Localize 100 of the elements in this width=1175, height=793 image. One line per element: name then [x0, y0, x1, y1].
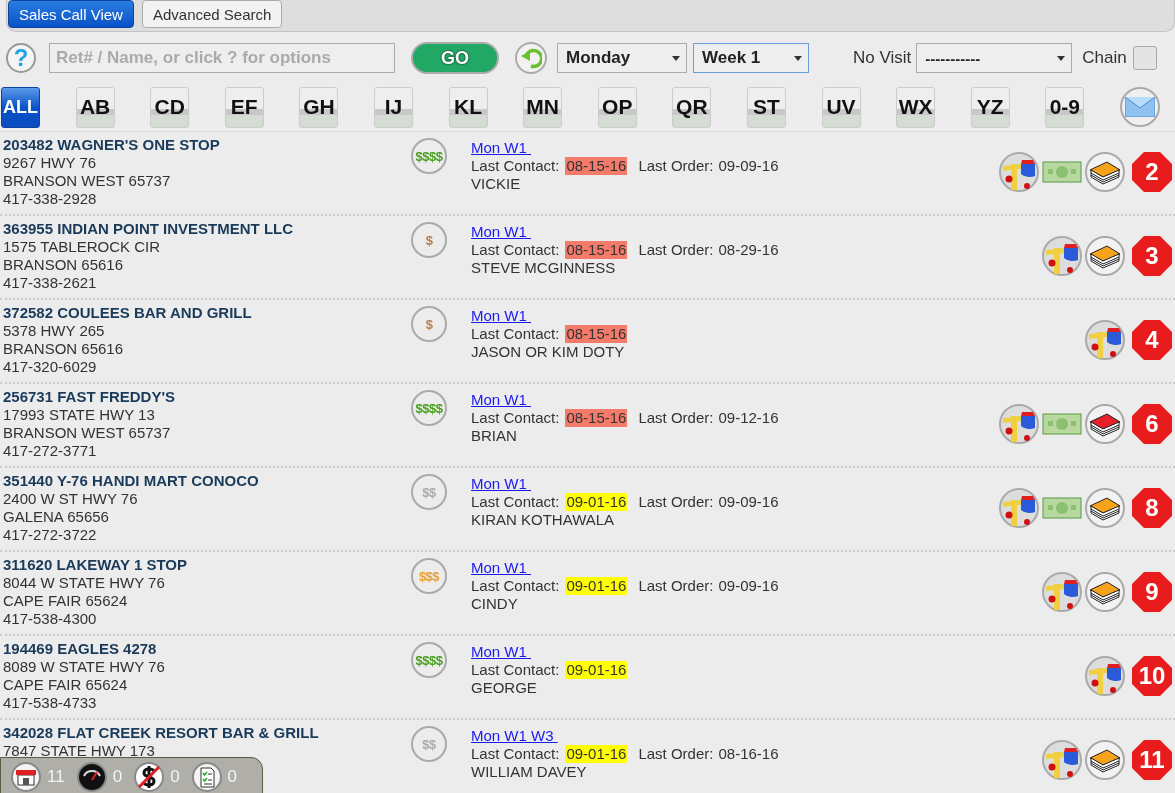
letter-filter-button[interactable]: IJ: [373, 86, 413, 128]
last-order-date: 09-12-16: [718, 409, 779, 427]
last-contact-date: 08-15-16: [565, 409, 628, 427]
last-contact-date: 08-15-16: [565, 157, 628, 175]
schedule-link[interactable]: Mon W1: [471, 139, 531, 157]
last-order-date: 09-09-16: [718, 577, 779, 595]
city-zip: BRANSON WEST 65737: [3, 424, 172, 442]
stop-number-badge: 11: [1132, 740, 1172, 780]
phone-number: 417-538-4300: [3, 610, 98, 628]
letter-filter-button[interactable]: GH: [299, 86, 339, 128]
letter-filter-button[interactable]: OP: [597, 86, 637, 128]
stop-number-badge: 3: [1132, 236, 1172, 276]
schedule-link[interactable]: Mon W1: [471, 559, 531, 577]
letter-filter-button[interactable]: ALL: [1, 86, 40, 128]
letter-filter-button[interactable]: ST: [746, 86, 786, 128]
day-select[interactable]: Monday: [557, 43, 687, 73]
account-name: 351440 Y-76 HANDI MART CONOCO: [3, 472, 260, 490]
phone-number: 417-272-3722: [3, 526, 98, 544]
caret-icon: [672, 55, 680, 61]
letter-filter-button[interactable]: UV: [821, 86, 861, 128]
last-contact-date: 09-01-16: [565, 493, 628, 511]
price-level-icon: $$$$: [411, 642, 447, 678]
letter-filter-button[interactable]: YZ: [970, 86, 1010, 128]
last-order-date: 09-09-16: [718, 157, 779, 175]
price-level-icon: $$$$: [411, 390, 447, 426]
last-contact-date: 09-01-16: [565, 661, 628, 679]
schedule-link[interactable]: Mon W1: [471, 475, 531, 493]
contact-person: JASON OR KIM DOTY: [471, 343, 626, 361]
map-icon: [999, 488, 1039, 528]
book-icon: [1085, 236, 1125, 276]
city-zip: GALENA 65656: [3, 508, 110, 526]
last-contact-label: Last Contact:: [471, 577, 560, 595]
no-visit-select[interactable]: -----------: [916, 43, 1073, 73]
stop-number-badge: 2: [1132, 152, 1172, 192]
street-address: 17993 STATE HWY 13: [3, 406, 156, 424]
price-level-icon: $$$$: [411, 138, 447, 174]
summary-count: 0: [170, 767, 180, 787]
price-level-icon: $$: [411, 474, 447, 510]
contact-person: BRIAN: [471, 427, 518, 445]
city-zip: BRANSON WEST 65737: [3, 172, 172, 190]
letter-filter-button[interactable]: CD: [150, 86, 190, 128]
account-name: 311620 LAKEWAY 1 STOP: [3, 556, 188, 574]
phone-number: 417-338-2621: [3, 274, 98, 292]
last-contact-label: Last Contact:: [471, 493, 560, 511]
schedule-link[interactable]: Mon W1: [471, 307, 531, 325]
view-tab[interactable]: Sales Call View: [8, 0, 134, 28]
account-name: 256731 FAST FREDDY'S: [3, 388, 176, 406]
account-name: 203482 WAGNER'S ONE STOP: [3, 136, 221, 154]
no-visit-label: No Visit: [853, 48, 912, 68]
schedule-link[interactable]: Mon W1: [471, 391, 531, 409]
letter-filter-button[interactable]: EF: [224, 86, 264, 128]
search-field[interactable]: Ret# / Name, or click ? for options: [49, 43, 395, 73]
week-select[interactable]: Week 1: [693, 43, 809, 73]
schedule-link[interactable]: Mon W1: [471, 643, 531, 661]
schedule-link[interactable]: Mon W1: [471, 223, 531, 241]
letter-filter-button[interactable]: MN: [523, 86, 563, 128]
last-order-date: 08-16-16: [718, 745, 779, 763]
letter-filter-button[interactable]: WX: [896, 86, 936, 128]
last-contact-label: Last Contact:: [471, 241, 560, 259]
contact-person: KIRAN KOTHAWALA: [471, 511, 616, 529]
map-icon: [1085, 656, 1125, 696]
account-name: 194469 EAGLES 4278: [3, 640, 158, 658]
email-button[interactable]: [1119, 87, 1160, 127]
crossed-dollar-icon: [134, 762, 165, 792]
undo-button[interactable]: [515, 42, 547, 74]
contact-person: VICKIE: [471, 175, 522, 193]
schedule-link[interactable]: Mon W1 W3: [471, 727, 558, 745]
account-name: 372582 COULEES BAR AND GRILL: [3, 304, 253, 322]
price-level-icon: $$$: [411, 558, 447, 594]
last-contact-label: Last Contact:: [471, 325, 560, 343]
map-icon: [1042, 236, 1082, 276]
envelope-icon: [1124, 97, 1155, 117]
chain-label: Chain: [1082, 48, 1127, 68]
account-name: 342028 FLAT CREEK RESORT BAR & GRILL: [3, 724, 320, 742]
view-tab[interactable]: Advanced Search: [141, 0, 283, 28]
chain-checkbox[interactable]: [1132, 46, 1157, 70]
city-zip: BRANSON 65616: [3, 256, 125, 274]
store-icon: [11, 762, 41, 792]
stop-number-badge: 8: [1132, 488, 1172, 528]
last-order-date: 08-29-16: [718, 241, 779, 259]
last-contact-date: 08-15-16: [565, 241, 628, 259]
street-address: 9267 HWY 76: [3, 154, 98, 172]
phone-number: 417-538-4733: [3, 694, 98, 712]
last-order-label: Last Order:: [638, 493, 714, 511]
summary-count: 0: [227, 767, 238, 787]
last-order-label: Last Order:: [638, 745, 714, 763]
contact-person: GEORGE: [471, 679, 538, 697]
city-zip: CAPE FAIR 65624: [3, 592, 129, 610]
stop-number-badge: 10: [1132, 656, 1172, 696]
letter-filter-button[interactable]: QR: [672, 86, 712, 128]
stop-number-badge: 9: [1132, 572, 1172, 612]
letter-filter-button[interactable]: 0-9: [1045, 86, 1085, 128]
last-order-label: Last Order:: [638, 241, 714, 259]
last-order-label: Last Order:: [638, 157, 714, 175]
street-address: 5378 HWY 265: [3, 322, 106, 340]
letter-filter-button[interactable]: KL: [448, 86, 488, 128]
gauge-icon: [76, 762, 107, 792]
last-contact-date: 09-01-16: [565, 745, 628, 763]
letter-filter-button[interactable]: AB: [75, 86, 115, 128]
undo-icon: [520, 47, 542, 69]
